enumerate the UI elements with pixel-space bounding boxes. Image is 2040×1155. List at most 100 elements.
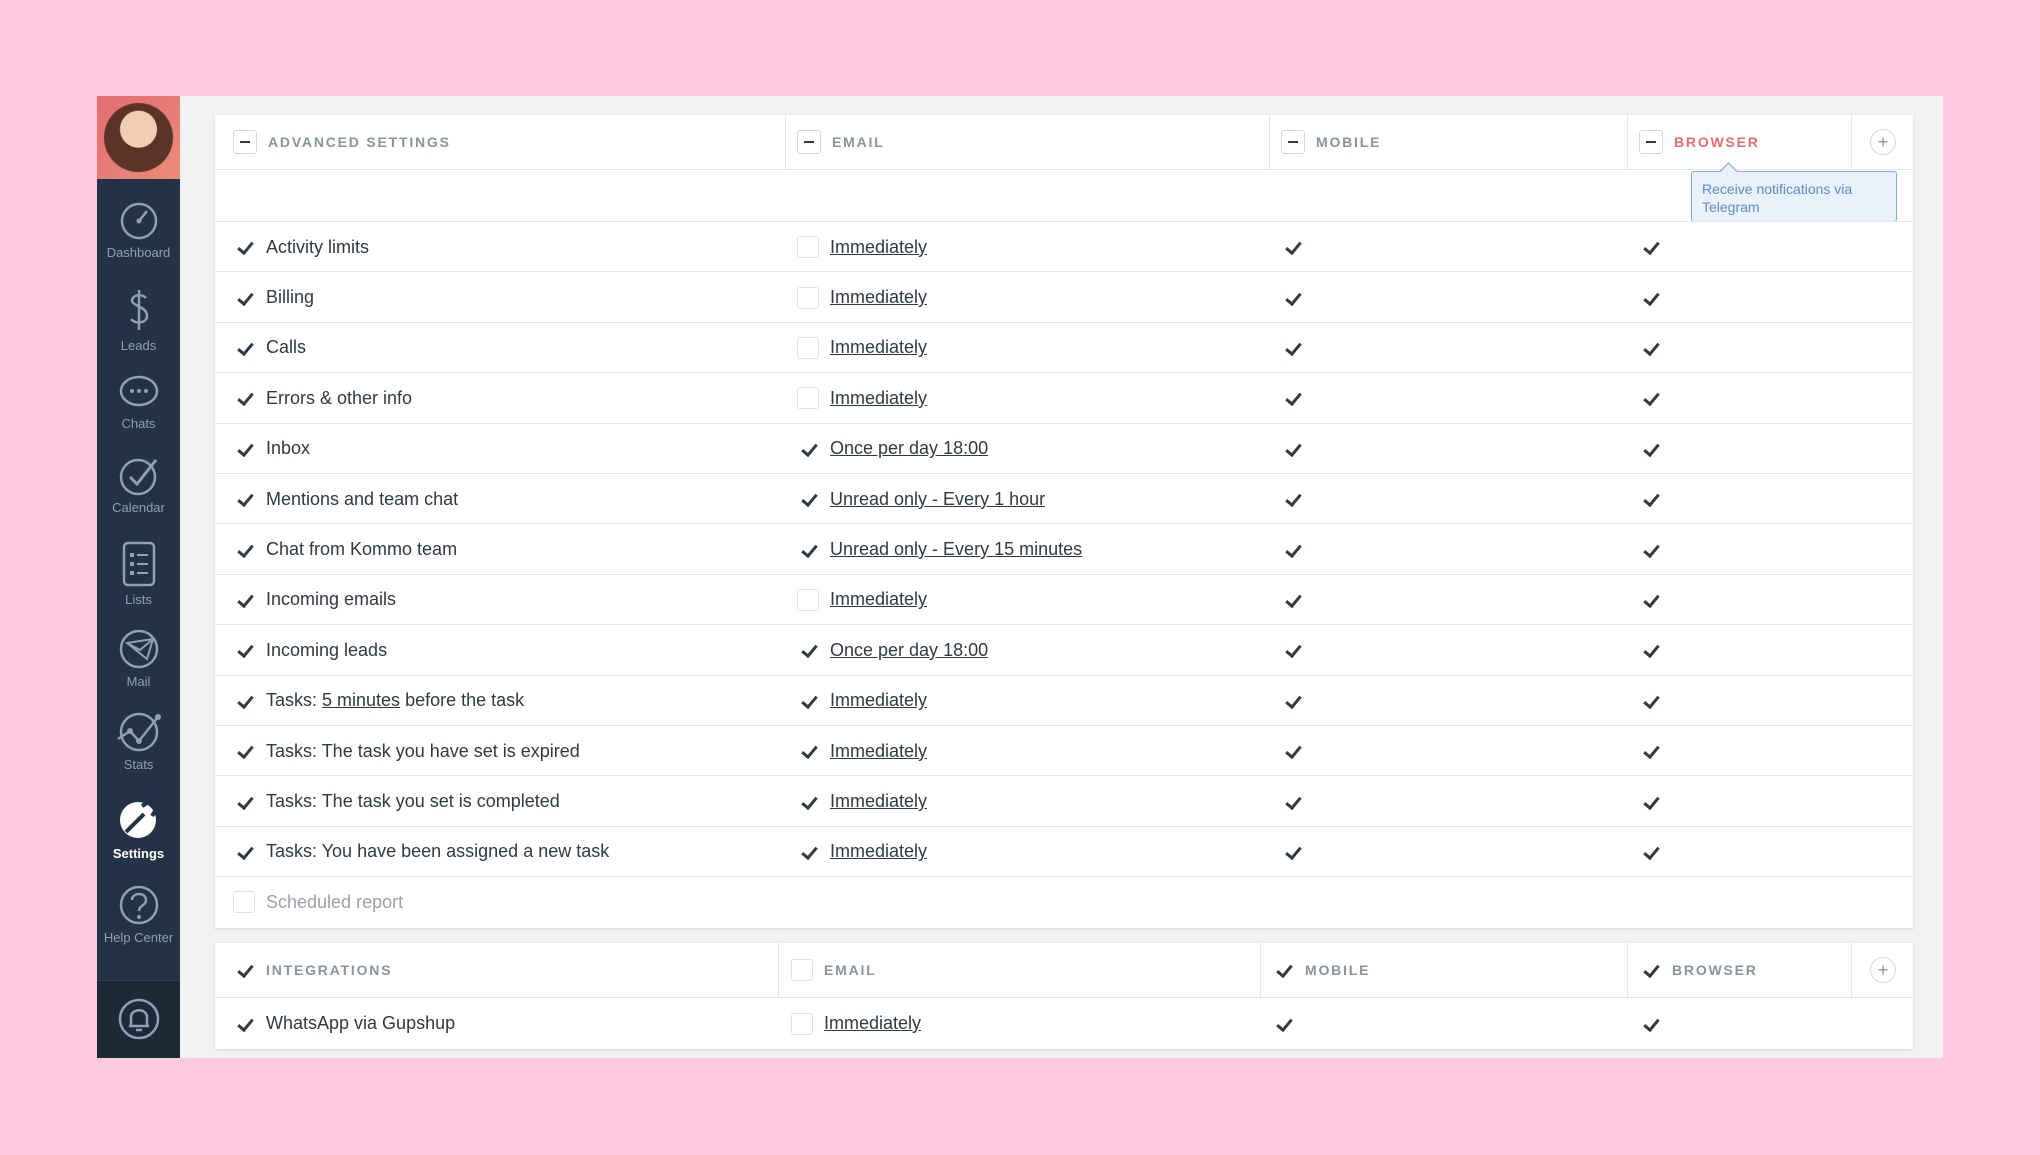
mobile-checkbox[interactable] [1281,841,1303,863]
browser-checkbox[interactable] [1639,438,1661,460]
browser-checkbox[interactable] [1639,236,1661,258]
email-checkbox[interactable] [797,740,819,762]
mobile-checkbox[interactable] [1281,539,1303,561]
sidebar-item-dashboard[interactable]: Dashboard [97,201,180,260]
sidebar-item-mail[interactable]: Mail [97,628,180,689]
email-frequency-link[interactable]: Immediately [830,841,927,862]
section-title: INTEGRATIONS [266,962,393,978]
browser-checkbox[interactable] [1639,488,1661,510]
mobile-checkbox[interactable] [1281,438,1303,460]
sidebar-item-label: Mail [126,674,151,689]
sidebar-item-chats[interactable]: Chats [97,374,180,431]
email-frequency-link[interactable]: Immediately [830,287,927,308]
email-frequency-link[interactable]: Immediately [830,690,927,711]
enable-checkbox[interactable] [233,1013,255,1035]
browser-checkbox[interactable] [1639,337,1661,359]
table-row: Tasks: 5 minutes before the task Immediat… [215,674,1913,726]
browser-column-toggle[interactable] [1639,130,1663,154]
mobile-checkbox[interactable] [1281,740,1303,762]
collapse-advanced-settings-checkbox[interactable] [233,130,257,154]
email-checkbox[interactable] [791,1012,813,1035]
browser-checkbox[interactable] [1639,287,1661,309]
avatar[interactable] [97,96,180,179]
browser-checkbox[interactable] [1639,841,1661,863]
mobile-checkbox[interactable] [1281,337,1303,359]
sidebar-item-calendar[interactable]: Calendar [97,456,180,515]
mobile-checkbox[interactable] [1281,287,1303,309]
browser-checkbox[interactable] [1639,589,1661,611]
sidebar-item-help-center[interactable]: Help Center [97,884,180,945]
email-checkbox[interactable] [797,588,819,611]
enable-checkbox[interactable] [233,488,255,510]
enable-checkbox[interactable] [233,791,255,813]
browser-checkbox[interactable] [1639,387,1661,409]
mobile-checkbox[interactable] [1281,639,1303,661]
email-frequency-link[interactable]: Immediately [824,1013,921,1034]
email-checkbox[interactable] [797,841,819,863]
browser-checkbox[interactable] [1639,539,1661,561]
email-frequency-link[interactable]: Immediately [830,237,927,258]
enable-checkbox[interactable] [233,539,255,561]
integrations-all-checkbox[interactable] [233,959,255,981]
email-frequency-link[interactable]: Unread only - Every 15 minutes [830,539,1082,560]
enable-checkbox[interactable] [233,236,255,258]
email-checkbox[interactable] [797,639,819,661]
email-column-checkbox[interactable] [791,959,813,981]
sidebar-item-leads[interactable]: Leads [97,286,180,353]
email-frequency-link[interactable]: Unread only - Every 1 hour [830,489,1045,510]
email-checkbox[interactable] [797,387,819,410]
reminder-time-link[interactable]: 5 minutes [322,690,400,710]
enable-checkbox[interactable] [233,287,255,309]
enable-checkbox[interactable] [233,589,255,611]
email-frequency-link[interactable]: Immediately [830,337,927,358]
sidebar-item-settings[interactable]: Settings [97,796,180,861]
email-frequency-link[interactable]: Immediately [830,589,927,610]
mobile-checkbox[interactable] [1281,589,1303,611]
browser-checkbox[interactable] [1639,791,1661,813]
mobile-checkbox[interactable] [1281,488,1303,510]
enable-checkbox[interactable] [233,690,255,712]
browser-checkbox[interactable] [1639,740,1661,762]
mobile-checkbox[interactable] [1272,1013,1294,1035]
enable-checkbox[interactable] [233,740,255,762]
enable-checkbox[interactable] [233,337,255,359]
email-frequency-link[interactable]: Immediately [830,741,927,762]
email-frequency-link[interactable]: Immediately [830,388,927,409]
email-checkbox[interactable] [797,236,819,259]
add-channel-button[interactable]: + [1870,957,1896,983]
email-checkbox[interactable] [797,539,819,561]
mobile-checkbox[interactable] [1281,690,1303,712]
mobile-checkbox[interactable] [1281,387,1303,409]
email-frequency-link[interactable]: Once per day 18:00 [830,438,988,459]
email-frequency-link[interactable]: Immediately [830,791,927,812]
browser-column-checkbox[interactable] [1639,959,1661,981]
email-checkbox[interactable] [797,791,819,813]
enable-checkbox[interactable] [233,841,255,863]
scheduled-report-checkbox[interactable] [233,891,255,913]
email-checkbox[interactable] [797,488,819,510]
email-frequency-link[interactable]: Once per day 18:00 [830,640,988,661]
email-checkbox[interactable] [797,286,819,309]
mobile-column-toggle[interactable] [1281,130,1305,154]
mobile-column-checkbox[interactable] [1272,959,1294,981]
sidebar-item-stats[interactable]: Stats [97,711,180,772]
browser-checkbox[interactable] [1639,690,1661,712]
sidebar-item-lists[interactable]: Lists [97,540,180,607]
enable-checkbox[interactable] [233,639,255,661]
email-checkbox[interactable] [797,336,819,359]
table-row: Incoming emails Immediately [215,573,1913,625]
add-channel-button[interactable]: + [1870,129,1896,155]
mobile-checkbox[interactable] [1281,791,1303,813]
browser-checkbox[interactable] [1639,639,1661,661]
email-column-toggle[interactable] [797,130,821,154]
email-checkbox[interactable] [797,438,819,460]
integrations-header: INTEGRATIONS EMAIL MOBILE BROWSER + [215,943,1913,998]
enable-checkbox[interactable] [233,387,255,409]
row-label: Tasks: The task you have set is expired [266,740,580,761]
mobile-checkbox[interactable] [1281,236,1303,258]
email-checkbox[interactable] [797,690,819,712]
browser-checkbox[interactable] [1639,1013,1661,1035]
enable-checkbox[interactable] [233,438,255,460]
notifications-button[interactable] [97,980,180,1058]
sidebar-item-label: Dashboard [106,245,171,260]
